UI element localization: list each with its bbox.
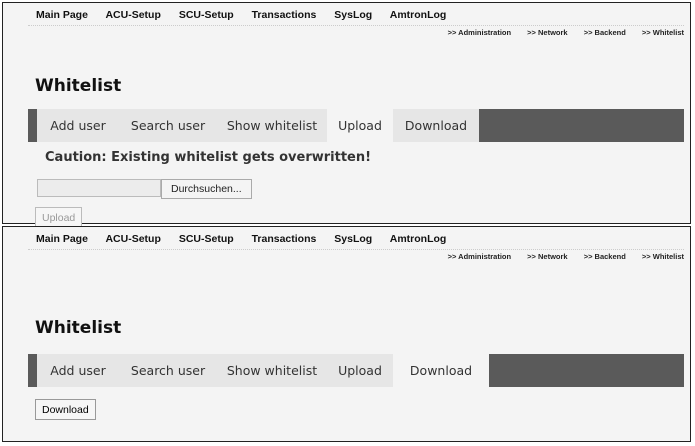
file-picker: Durchsuchen... xyxy=(37,179,252,199)
tab-bar: Add user Search user Show whitelist Uplo… xyxy=(28,109,684,142)
page-title: Whitelist xyxy=(35,318,122,338)
tab-add-user[interactable]: Add user xyxy=(37,354,119,387)
tab-upload[interactable]: Upload xyxy=(327,354,393,387)
tab-download[interactable]: Download xyxy=(393,354,489,387)
tab-show-whitelist[interactable]: Show whitelist xyxy=(217,109,327,142)
breadcrumb-network[interactable]: >> Network xyxy=(527,252,567,261)
top-nav: Main Page ACU-Setup SCU-Setup Transactio… xyxy=(36,233,461,249)
download-panel: Main Page ACU-Setup SCU-Setup Transactio… xyxy=(2,226,691,442)
breadcrumb-administration[interactable]: >> Administration xyxy=(448,252,511,261)
page-title: Whitelist xyxy=(35,76,122,96)
nav-syslog[interactable]: SysLog xyxy=(334,233,372,245)
breadcrumb: >> Administration >> Network >> Backend … xyxy=(434,28,684,37)
nav-transactions[interactable]: Transactions xyxy=(252,233,317,245)
breadcrumb-whitelist[interactable]: >> Whitelist xyxy=(642,28,684,37)
nav-scu-setup[interactable]: SCU-Setup xyxy=(179,9,234,21)
nav-amtronlog[interactable]: AmtronLog xyxy=(390,9,447,21)
breadcrumb-backend[interactable]: >> Backend xyxy=(584,252,626,261)
breadcrumb-network[interactable]: >> Network xyxy=(527,28,567,37)
nav-amtronlog[interactable]: AmtronLog xyxy=(390,233,447,245)
download-button[interactable]: Download xyxy=(35,399,96,420)
upload-button[interactable]: Upload xyxy=(35,207,83,228)
browse-button[interactable]: Durchsuchen... xyxy=(161,179,252,199)
tab-bar: Add user Search user Show whitelist Uplo… xyxy=(28,354,684,387)
nav-syslog[interactable]: SysLog xyxy=(334,9,372,21)
breadcrumb-backend[interactable]: >> Backend xyxy=(584,28,626,37)
nav-main-page[interactable]: Main Page xyxy=(36,233,88,245)
breadcrumb-whitelist[interactable]: >> Whitelist xyxy=(642,252,684,261)
tab-search-user[interactable]: Search user xyxy=(119,354,217,387)
tab-add-user[interactable]: Add user xyxy=(37,109,119,142)
nav-scu-setup[interactable]: SCU-Setup xyxy=(179,233,234,245)
top-nav: Main Page ACU-Setup SCU-Setup Transactio… xyxy=(36,9,461,25)
tab-download[interactable]: Download xyxy=(393,109,479,142)
upload-panel: Main Page ACU-Setup SCU-Setup Transactio… xyxy=(2,2,691,228)
nav-transactions[interactable]: Transactions xyxy=(252,9,317,21)
breadcrumb: >> Administration >> Network >> Backend … xyxy=(434,252,684,261)
nav-acu-setup[interactable]: ACU-Setup xyxy=(105,233,160,245)
tab-show-whitelist[interactable]: Show whitelist xyxy=(217,354,327,387)
tab-search-user[interactable]: Search user xyxy=(119,109,217,142)
nav-main-page[interactable]: Main Page xyxy=(36,9,88,21)
nav-divider xyxy=(28,249,684,250)
file-input[interactable] xyxy=(37,179,161,197)
breadcrumb-administration[interactable]: >> Administration xyxy=(448,28,511,37)
caution-message: Caution: Existing whitelist gets overwri… xyxy=(45,150,372,165)
nav-divider xyxy=(28,25,684,26)
nav-acu-setup[interactable]: ACU-Setup xyxy=(105,9,160,21)
tab-upload[interactable]: Upload xyxy=(327,109,393,142)
